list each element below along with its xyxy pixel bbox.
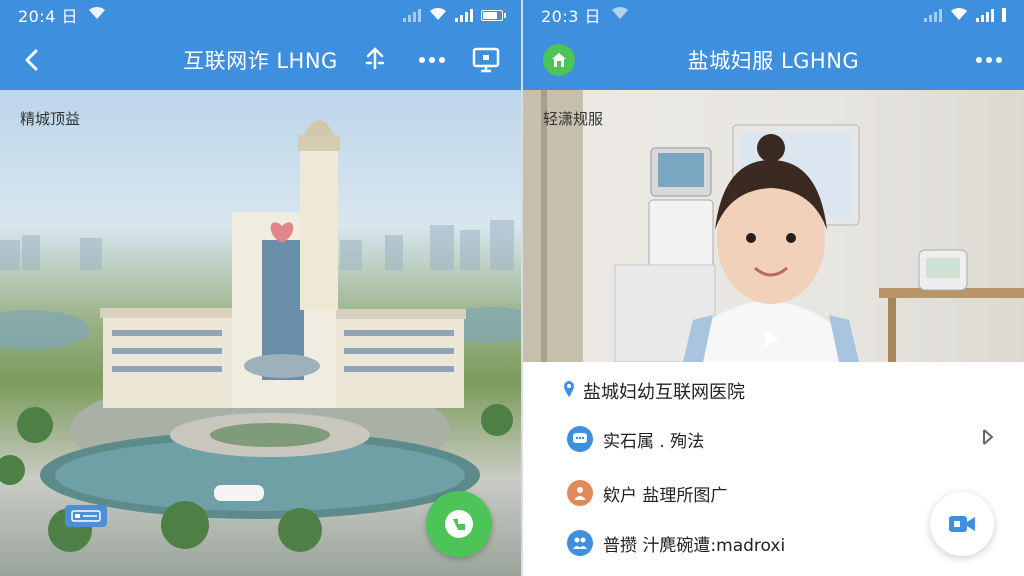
wifi-icon xyxy=(611,6,629,24)
status-right xyxy=(403,6,506,25)
home-icon[interactable] xyxy=(543,44,575,76)
page-title: 盐城妇服 LGHNG xyxy=(687,49,860,73)
signal-icon xyxy=(924,8,942,22)
status-bar: 20:4 日 xyxy=(0,0,521,30)
chevron-right-icon xyxy=(982,428,994,451)
wifi-icon xyxy=(950,6,968,25)
wifi-icon xyxy=(429,6,447,25)
chat-icon xyxy=(567,426,593,452)
clinic-illustration xyxy=(523,90,1024,362)
chat-fab-button[interactable] xyxy=(426,491,492,557)
video-call-fab-button[interactable] xyxy=(930,492,994,556)
more-icon[interactable] xyxy=(414,42,450,78)
nav-bar: 盐城妇服 LGHNG xyxy=(523,30,1024,90)
signal-icon xyxy=(976,8,994,22)
play-icon[interactable] xyxy=(758,327,782,351)
back-arrow-icon[interactable] xyxy=(14,42,50,78)
status-time: 20:3 日 xyxy=(541,7,602,26)
menu-item-label: 实石属 . 殉法 xyxy=(603,431,705,452)
photo-caption: 轻潇规服 xyxy=(543,110,604,128)
more-icon[interactable] xyxy=(971,42,1007,78)
menu-item-label: 欸户 盐理所图广 xyxy=(603,485,728,506)
nav-bar: 互联网诈 LHNG xyxy=(0,30,521,90)
battery-icon xyxy=(1002,8,1006,22)
right-phone-screen: 20:3 日 盐城妇服 LGHNG 轻潇规服 盐城妇幼互联网医院 实石属 . 殉… xyxy=(523,0,1024,576)
battery-icon xyxy=(481,9,506,21)
status-time: 20:4 日 xyxy=(18,7,79,26)
hospital-name: 盐城妇幼互联网医院 xyxy=(583,382,745,403)
status-right xyxy=(924,6,1006,25)
menu-item-records[interactable]: 欸户 盐理所图广 xyxy=(567,480,994,506)
left-phone-screen: 20:4 日 互联网诈 LHNG 精城顶益 xyxy=(0,0,521,576)
card-icon[interactable] xyxy=(65,505,107,527)
video-preview: 轻潇规服 xyxy=(523,90,1024,362)
person-icon xyxy=(567,480,593,506)
video-camera-icon xyxy=(949,516,975,532)
location-pin-icon xyxy=(563,380,575,403)
chat-bubble-icon xyxy=(445,510,473,538)
menu-item-label: 普攒 汁麂碗遭:madroxi xyxy=(603,535,786,556)
share-icon[interactable] xyxy=(357,42,393,78)
people-icon xyxy=(567,530,593,556)
menu-item-guide[interactable]: 普攒 汁麂碗遭:madroxi xyxy=(567,530,994,556)
hospital-location: 盐城妇幼互联网医院 xyxy=(563,378,745,404)
photo-caption: 精城顶益 xyxy=(20,110,81,128)
menu-item-consult[interactable]: 实石属 . 殉法 xyxy=(567,426,994,452)
status-bar: 20:3 日 xyxy=(523,0,1024,30)
signal-icon xyxy=(455,8,473,22)
screen-icon[interactable] xyxy=(468,42,504,78)
wifi-icon xyxy=(88,6,106,24)
signal-icon xyxy=(403,8,421,22)
